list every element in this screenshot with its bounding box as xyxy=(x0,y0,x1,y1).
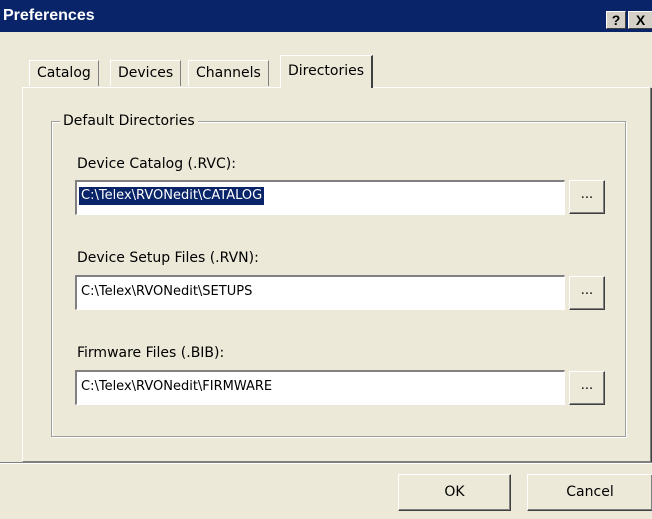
ok-button[interactable]: OK xyxy=(398,474,511,511)
device-catalog-label: Device Catalog (.RVC): xyxy=(77,156,236,172)
tab-channels[interactable]: Channels xyxy=(188,60,269,86)
firmware-files-browse-button[interactable]: ... xyxy=(569,371,605,405)
device-setup-browse-button[interactable]: ... xyxy=(569,276,605,310)
cancel-button[interactable]: Cancel xyxy=(527,474,652,511)
device-catalog-browse-button[interactable]: ... xyxy=(569,180,605,214)
title-bar[interactable]: Preferences ? X xyxy=(0,0,652,32)
tab-catalog[interactable]: Catalog xyxy=(29,60,99,86)
device-catalog-value: C:\Telex\RVONedit\CATALOG xyxy=(79,187,265,205)
close-button[interactable]: X xyxy=(628,11,652,29)
window-title: Preferences xyxy=(3,7,95,24)
footer-divider xyxy=(0,462,652,464)
firmware-files-value: C:\Telex\RVONedit\FIRMWARE xyxy=(81,379,273,394)
device-setup-value: C:\Telex\RVONedit\SETUPS xyxy=(81,284,253,299)
tab-devices[interactable]: Devices xyxy=(110,60,182,86)
device-setup-label: Device Setup Files (.RVN): xyxy=(77,250,259,266)
tab-directories[interactable]: Directories xyxy=(280,55,374,88)
help-button[interactable]: ? xyxy=(606,11,626,29)
firmware-files-label: Firmware Files (.BIB): xyxy=(77,345,225,361)
group-title: Default Directories xyxy=(60,113,198,129)
